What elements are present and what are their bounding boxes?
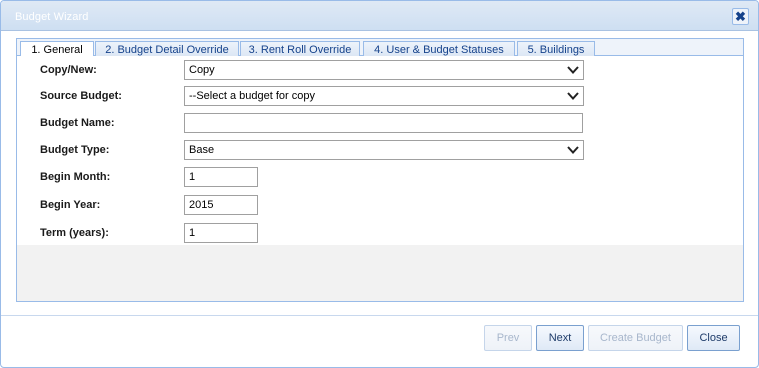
budget-type-label: Budget Type: [40,144,110,156]
close-icon[interactable]: ✖ [732,8,749,25]
copy-new-label: Copy/New: [40,64,97,76]
footer-divider [1,315,758,316]
begin-year-input[interactable]: 2015 [184,195,258,215]
tab-panel: 1. General 2. Budget Detail Override 3. … [16,38,744,302]
create-budget-button[interactable]: Create Budget [588,325,683,351]
begin-month-label: Begin Month: [40,171,111,183]
chevron-down-icon [567,146,579,154]
tab-user-budget-statuses[interactable]: 4. User & Budget Statuses [363,41,515,57]
budget-name-input[interactable] [184,113,583,133]
source-budget-label: Source Budget: [40,90,122,102]
copy-new-select[interactable]: Copy [184,60,584,80]
chevron-down-icon [567,66,579,74]
tab-budget-detail-override[interactable]: 2. Budget Detail Override [95,41,239,57]
next-button[interactable]: Next [536,325,584,351]
tab-strip: 1. General 2. Budget Detail Override 3. … [17,39,743,58]
tab-buildings[interactable]: 5. Buildings [517,41,595,57]
budget-type-select[interactable]: Base [184,140,584,160]
title-bar[interactable]: Budget Wizard ✖ [1,1,758,31]
tab-rent-roll-override[interactable]: 3. Rent Roll Override [240,41,360,57]
close-button[interactable]: Close [687,325,740,351]
term-years-input[interactable]: 1 [184,223,258,243]
copy-new-value: Copy [189,64,215,76]
chevron-down-icon [567,92,579,100]
prev-button[interactable]: Prev [484,325,532,351]
begin-year-label: Begin Year: [40,199,101,211]
general-form: Copy/New: Copy Source Budget: --Select a… [17,56,743,245]
term-years-label: Term (years): [40,227,109,239]
budget-wizard-dialog: Budget Wizard ✖ 1. General 2. Budget Det… [0,0,759,368]
source-budget-select[interactable]: --Select a budget for copy [184,86,584,106]
source-budget-value: --Select a budget for copy [189,90,315,102]
dialog-title: Budget Wizard [15,11,89,23]
budget-name-label: Budget Name: [40,117,115,129]
begin-month-input[interactable]: 1 [184,167,258,187]
budget-type-value: Base [189,144,215,156]
